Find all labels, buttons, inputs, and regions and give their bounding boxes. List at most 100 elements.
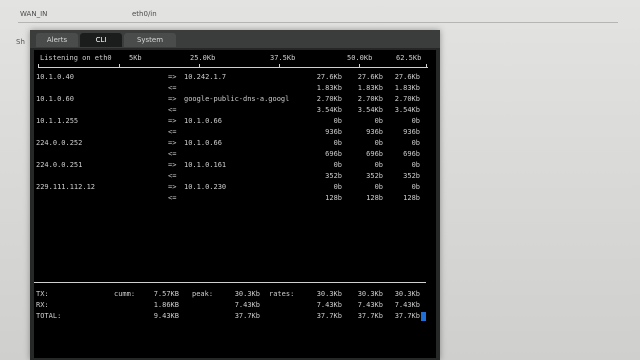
flow-in-rate: 128b <box>325 194 342 202</box>
flow-out-rate: 0b <box>374 139 383 147</box>
tab-system[interactable]: System <box>124 33 176 47</box>
flow-out-rate: 2.70Kb <box>316 95 342 103</box>
flow-in-rate: 1.83Kb <box>357 84 383 92</box>
flow-source: 10.1.1.255 <box>36 117 79 125</box>
flow-in-rate: 936b <box>325 128 342 136</box>
background-side-text: Sh <box>16 38 25 46</box>
flow-out-rate: 0b <box>333 161 342 169</box>
panel-tab-bar: Alerts CLI System <box>30 30 440 48</box>
flow-arrow-out: => <box>168 95 177 103</box>
scale-tick <box>199 64 200 68</box>
totals-separator <box>34 282 426 283</box>
flow-out-rate: 0b <box>374 161 383 169</box>
flow-in-rate: 3.54Kb <box>357 106 383 114</box>
rx-peak: 7.43Kb <box>234 301 260 309</box>
background-tab-wan-in[interactable]: WAN_IN <box>20 10 47 18</box>
tx-cumm: 7.57KB <box>153 290 179 298</box>
scale-label-5kb: 5Kb <box>129 54 142 62</box>
flow-in-rate: 352b <box>325 172 342 180</box>
flow-out-rate: 0b <box>411 161 420 169</box>
scale-label-62-5kb: 62.5Kb <box>396 54 422 62</box>
flow-arrow-in: <= <box>168 106 177 114</box>
flow-destination: 10.242.1.7 <box>184 73 227 81</box>
total-label: TOTAL: <box>36 312 62 320</box>
flow-destination: 10.1.0.161 <box>184 161 227 169</box>
flow-out-rate: 2.70Kb <box>357 95 383 103</box>
flow-source: 10.1.0.40 <box>36 73 74 81</box>
rx-rate-10s: 7.43Kb <box>357 301 383 309</box>
scale-tick <box>119 64 120 68</box>
scale-tick <box>426 64 427 68</box>
listening-header: Listening on eth0 <box>40 54 112 62</box>
tx-rate-10s: 30.3Kb <box>357 290 383 298</box>
flow-arrow-in: <= <box>168 128 177 136</box>
scale-tick <box>359 64 360 68</box>
rx-label: RX: <box>36 301 49 309</box>
flow-in-rate: 696b <box>366 150 383 158</box>
flow-destination: google-public-dns-a.googl <box>184 95 290 103</box>
scale-label-50kb: 50.0Kb <box>347 54 373 62</box>
flow-in-rate: 696b <box>403 150 420 158</box>
tx-rate-40s: 30.3Kb <box>394 290 420 298</box>
flow-source: 224.0.0.251 <box>36 161 83 169</box>
flow-out-rate: 0b <box>333 139 342 147</box>
bandwidth-scale <box>38 67 428 68</box>
terminal-cursor <box>421 312 426 321</box>
flow-in-rate: 3.54Kb <box>316 106 342 114</box>
flow-arrow-out: => <box>168 73 177 81</box>
peak-label: peak: <box>192 290 214 298</box>
flow-destination: 10.1.0.66 <box>184 117 222 125</box>
flow-destination: 10.1.0.66 <box>184 139 222 147</box>
flow-in-rate: 352b <box>366 172 383 180</box>
total-rate-40s: 37.7Kb <box>394 312 420 320</box>
flow-destination: 10.1.0.230 <box>184 183 227 191</box>
flow-in-rate: 936b <box>403 128 420 136</box>
scale-label-37-5kb: 37.5Kb <box>270 54 296 62</box>
flow-arrow-in: <= <box>168 150 177 158</box>
flow-arrow-out: => <box>168 117 177 125</box>
flow-in-rate: 128b <box>366 194 383 202</box>
total-cumm: 9.43KB <box>153 312 179 320</box>
cli-terminal[interactable]: Listening on eth0 5Kb 25.0Kb 37.5Kb 50.0… <box>34 50 436 358</box>
flow-out-rate: 27.6Kb <box>316 73 342 81</box>
flow-source: 229.111.112.12 <box>36 183 96 191</box>
flow-out-rate: 27.6Kb <box>357 73 383 81</box>
flow-in-rate: 696b <box>325 150 342 158</box>
flow-in-rate: 128b <box>403 194 420 202</box>
flow-in-rate: 3.54Kb <box>394 106 420 114</box>
tab-cli[interactable]: CLI <box>80 33 122 47</box>
scale-label-25kb: 25.0Kb <box>190 54 216 62</box>
background-divider <box>18 22 618 23</box>
flow-arrow-out: => <box>168 183 177 191</box>
rx-rate-40s: 7.43Kb <box>394 301 420 309</box>
rx-rate-2s: 7.43Kb <box>316 301 342 309</box>
tab-alerts[interactable]: Alerts <box>36 33 78 47</box>
scale-tick <box>279 64 280 68</box>
flow-source: 224.0.0.252 <box>36 139 83 147</box>
flow-arrow-in: <= <box>168 172 177 180</box>
flow-out-rate: 0b <box>333 183 342 191</box>
tx-peak: 30.3Kb <box>234 290 260 298</box>
rx-cumm: 1.86KB <box>153 301 179 309</box>
flow-out-rate: 0b <box>411 117 420 125</box>
flow-arrow-in: <= <box>168 84 177 92</box>
flow-in-rate: 936b <box>366 128 383 136</box>
flow-in-rate: 1.83Kb <box>394 84 420 92</box>
flow-arrow-in: <= <box>168 194 177 202</box>
background-tab-eth0-in[interactable]: eth0/in <box>132 10 157 18</box>
flow-out-rate: 0b <box>411 183 420 191</box>
flow-in-rate: 352b <box>403 172 420 180</box>
rates-label: rates: <box>269 290 295 298</box>
tx-rate-2s: 30.3Kb <box>316 290 342 298</box>
flow-arrow-out: => <box>168 161 177 169</box>
flow-out-rate: 0b <box>374 183 383 191</box>
flow-out-rate: 0b <box>374 117 383 125</box>
flow-arrow-out: => <box>168 139 177 147</box>
flow-in-rate: 1.83Kb <box>316 84 342 92</box>
flow-out-rate: 27.6Kb <box>394 73 420 81</box>
total-rate-2s: 37.7Kb <box>316 312 342 320</box>
total-rate-10s: 37.7Kb <box>357 312 383 320</box>
scale-tick <box>38 64 39 68</box>
flow-out-rate: 0b <box>411 139 420 147</box>
cumm-label: cumm: <box>114 290 136 298</box>
